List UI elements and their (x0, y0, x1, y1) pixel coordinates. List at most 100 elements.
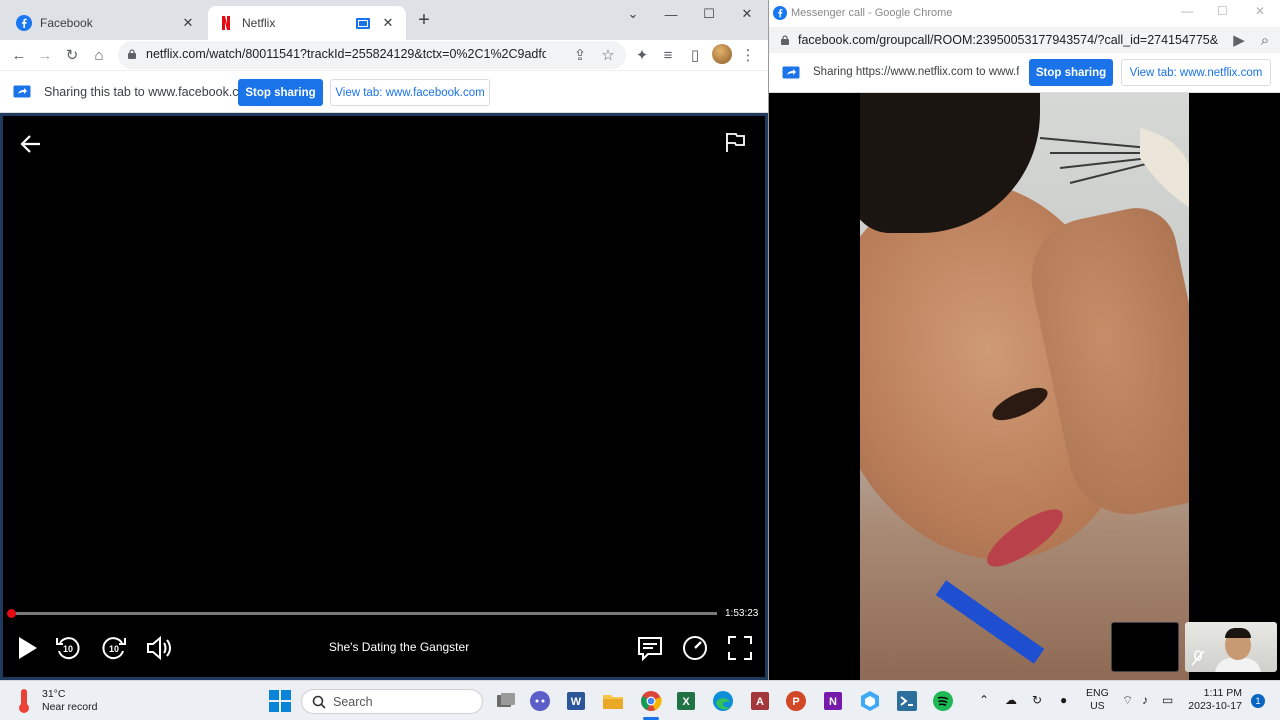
video-title: She's Dating the Gangster (328, 640, 470, 654)
weather-desc: Near record (42, 701, 98, 713)
clock-time: 1:11 PM (1203, 687, 1242, 699)
lang-bottom: US (1090, 700, 1105, 712)
svg-text:P: P (792, 696, 799, 708)
media-controls-icon[interactable]: ≡ (656, 43, 680, 67)
zoom-icon[interactable]: ⌕ (1253, 28, 1277, 52)
onedrive-icon[interactable]: ☁ (1005, 693, 1017, 707)
back-arrow-icon[interactable] (19, 132, 43, 156)
notification-badge[interactable]: 1 (1251, 694, 1265, 708)
screen-share-infobar: Sharing this tab to www.facebook.com Sto… (0, 70, 768, 113)
play-icon[interactable] (13, 634, 41, 662)
progress-scrubber[interactable] (7, 609, 16, 618)
address-bar[interactable]: netflix.com/watch/80011541?trackId=25582… (118, 41, 626, 69)
stop-sharing-button[interactable]: Stop sharing (238, 79, 323, 106)
microphone-icon[interactable]: ● (1060, 693, 1067, 707)
report-flag-icon[interactable] (723, 130, 747, 154)
tab-search-icon[interactable]: ⌄ (614, 0, 652, 28)
profile-avatar[interactable] (712, 44, 732, 64)
window-title: Messenger call - Google Chrome (791, 7, 953, 19)
thermometer-icon (19, 689, 29, 713)
stop-sharing-button[interactable]: Stop sharing (1029, 59, 1113, 86)
share-icon[interactable]: ⇪ (568, 43, 592, 67)
camera-icon[interactable]: ▶ (1227, 28, 1251, 52)
show-hidden-icons-icon[interactable]: ⌃ (979, 693, 989, 707)
netflix-icon (222, 16, 230, 30)
excel-icon[interactable]: X (674, 689, 698, 713)
chrome-window-messenger-call: Messenger call - Google Chrome — ☐ ✕ fac… (768, 0, 1280, 680)
rewind-10-icon[interactable]: 10 (54, 634, 82, 662)
weather-widget[interactable]: 31°C Near record (14, 687, 97, 715)
volume-icon[interactable] (145, 634, 173, 662)
thumb-hair (1225, 628, 1251, 638)
screen-share-icon (782, 66, 800, 79)
bookmark-star-icon[interactable]: ☆ (596, 43, 620, 67)
maximize-button[interactable]: ☐ (1217, 4, 1228, 18)
chrome-icon[interactable] (639, 689, 663, 713)
svg-text:W: W (571, 696, 582, 708)
playback-speed-icon[interactable] (681, 634, 709, 662)
clock-date: 2023-10-17 (1188, 700, 1242, 712)
time-remaining: 1:53:23 (725, 608, 759, 619)
screen-share-indicator-icon (356, 17, 370, 29)
sharing-status-text: Sharing https://www.netflix.com to www.f… (813, 66, 1019, 78)
view-tab-button[interactable]: View tab: www.netflix.com (1121, 59, 1271, 86)
edge-icon[interactable] (711, 689, 735, 713)
forward-icon[interactable]: → (33, 43, 57, 67)
tab-facebook[interactable]: Facebook ✕ (6, 6, 206, 40)
chrome-window-netflix: Facebook ✕ Netflix ✕ + ⌄ — ☐ ✕ ← → ↻ ⌂ n… (0, 0, 768, 680)
back-icon[interactable]: ← (7, 43, 31, 67)
browser-toolbar: ← → ↻ ⌂ netflix.com/watch/80011541?track… (0, 40, 768, 70)
svg-text:N: N (829, 696, 837, 708)
fullscreen-icon[interactable] (726, 634, 754, 662)
thumb-shirt (1215, 658, 1261, 672)
call-participant-video (860, 93, 1189, 680)
subtitles-icon[interactable] (636, 634, 664, 662)
teams-chat-icon[interactable] (528, 689, 552, 713)
forward-10-icon[interactable]: 10 (100, 634, 128, 662)
system-clock[interactable]: 1:11 PM 2023-10-17 (1184, 687, 1242, 713)
app-cube-icon[interactable] (858, 689, 882, 713)
screen-share-icon (13, 85, 31, 98)
wifi-icon[interactable]: ⌔ (1122, 693, 1133, 708)
playback-progress-bar[interactable] (7, 609, 717, 618)
onenote-icon[interactable]: N (821, 689, 845, 713)
close-tab-icon[interactable]: ✕ (180, 15, 196, 31)
view-tab-button[interactable]: View tab: www.facebook.com (330, 79, 490, 106)
self-view-thumbnail-dark[interactable] (1111, 622, 1179, 672)
sync-icon[interactable]: ↻ (1032, 693, 1042, 707)
close-window-button[interactable]: ✕ (728, 0, 766, 28)
powerpoint-icon[interactable]: P (784, 689, 808, 713)
background-umbrella (1039, 128, 1189, 208)
window-controls: ⌄ — ☐ ✕ (614, 0, 766, 28)
muted-mic-icon (1191, 650, 1205, 666)
file-explorer-icon[interactable] (601, 689, 625, 713)
weather-temp: 31°C (42, 688, 66, 700)
tab-netflix[interactable]: Netflix ✕ (208, 6, 406, 40)
reload-icon[interactable]: ↻ (60, 43, 84, 67)
new-tab-button[interactable]: + (414, 10, 434, 31)
participant-strap (935, 580, 1045, 664)
windows-start-icon[interactable] (268, 689, 292, 713)
home-icon[interactable]: ⌂ (87, 43, 111, 67)
menu-kebab-icon[interactable]: ⋮ (736, 43, 760, 67)
address-bar[interactable]: facebook.com/groupcall/ROOM:239500531779… (769, 27, 1280, 53)
minimize-button[interactable]: — (1181, 4, 1193, 18)
netflix-video-player[interactable]: 1:53:23 10 10 She's Dating the Gangster (0, 113, 768, 680)
maximize-button[interactable]: ☐ (690, 0, 728, 28)
close-tab-icon[interactable]: ✕ (380, 15, 396, 31)
extensions-icon[interactable]: ✦ (630, 43, 654, 67)
battery-icon[interactable]: ▭ (1162, 693, 1173, 707)
close-window-button[interactable]: ✕ (1255, 4, 1265, 18)
taskbar-search[interactable]: Search (301, 689, 483, 714)
spotify-icon[interactable] (931, 689, 955, 713)
visual-studio-icon[interactable] (895, 689, 919, 713)
language-indicator[interactable]: ENG US (1086, 687, 1109, 713)
task-view-icon[interactable] (494, 689, 518, 713)
speaker-icon[interactable]: ♪ (1142, 693, 1148, 707)
self-view-thumbnail[interactable] (1185, 622, 1277, 672)
side-panel-icon[interactable]: ▯ (683, 43, 707, 67)
access-icon[interactable]: A (748, 689, 772, 713)
facebook-icon (773, 6, 787, 20)
minimize-button[interactable]: — (652, 0, 690, 28)
word-icon[interactable]: W (564, 689, 588, 713)
